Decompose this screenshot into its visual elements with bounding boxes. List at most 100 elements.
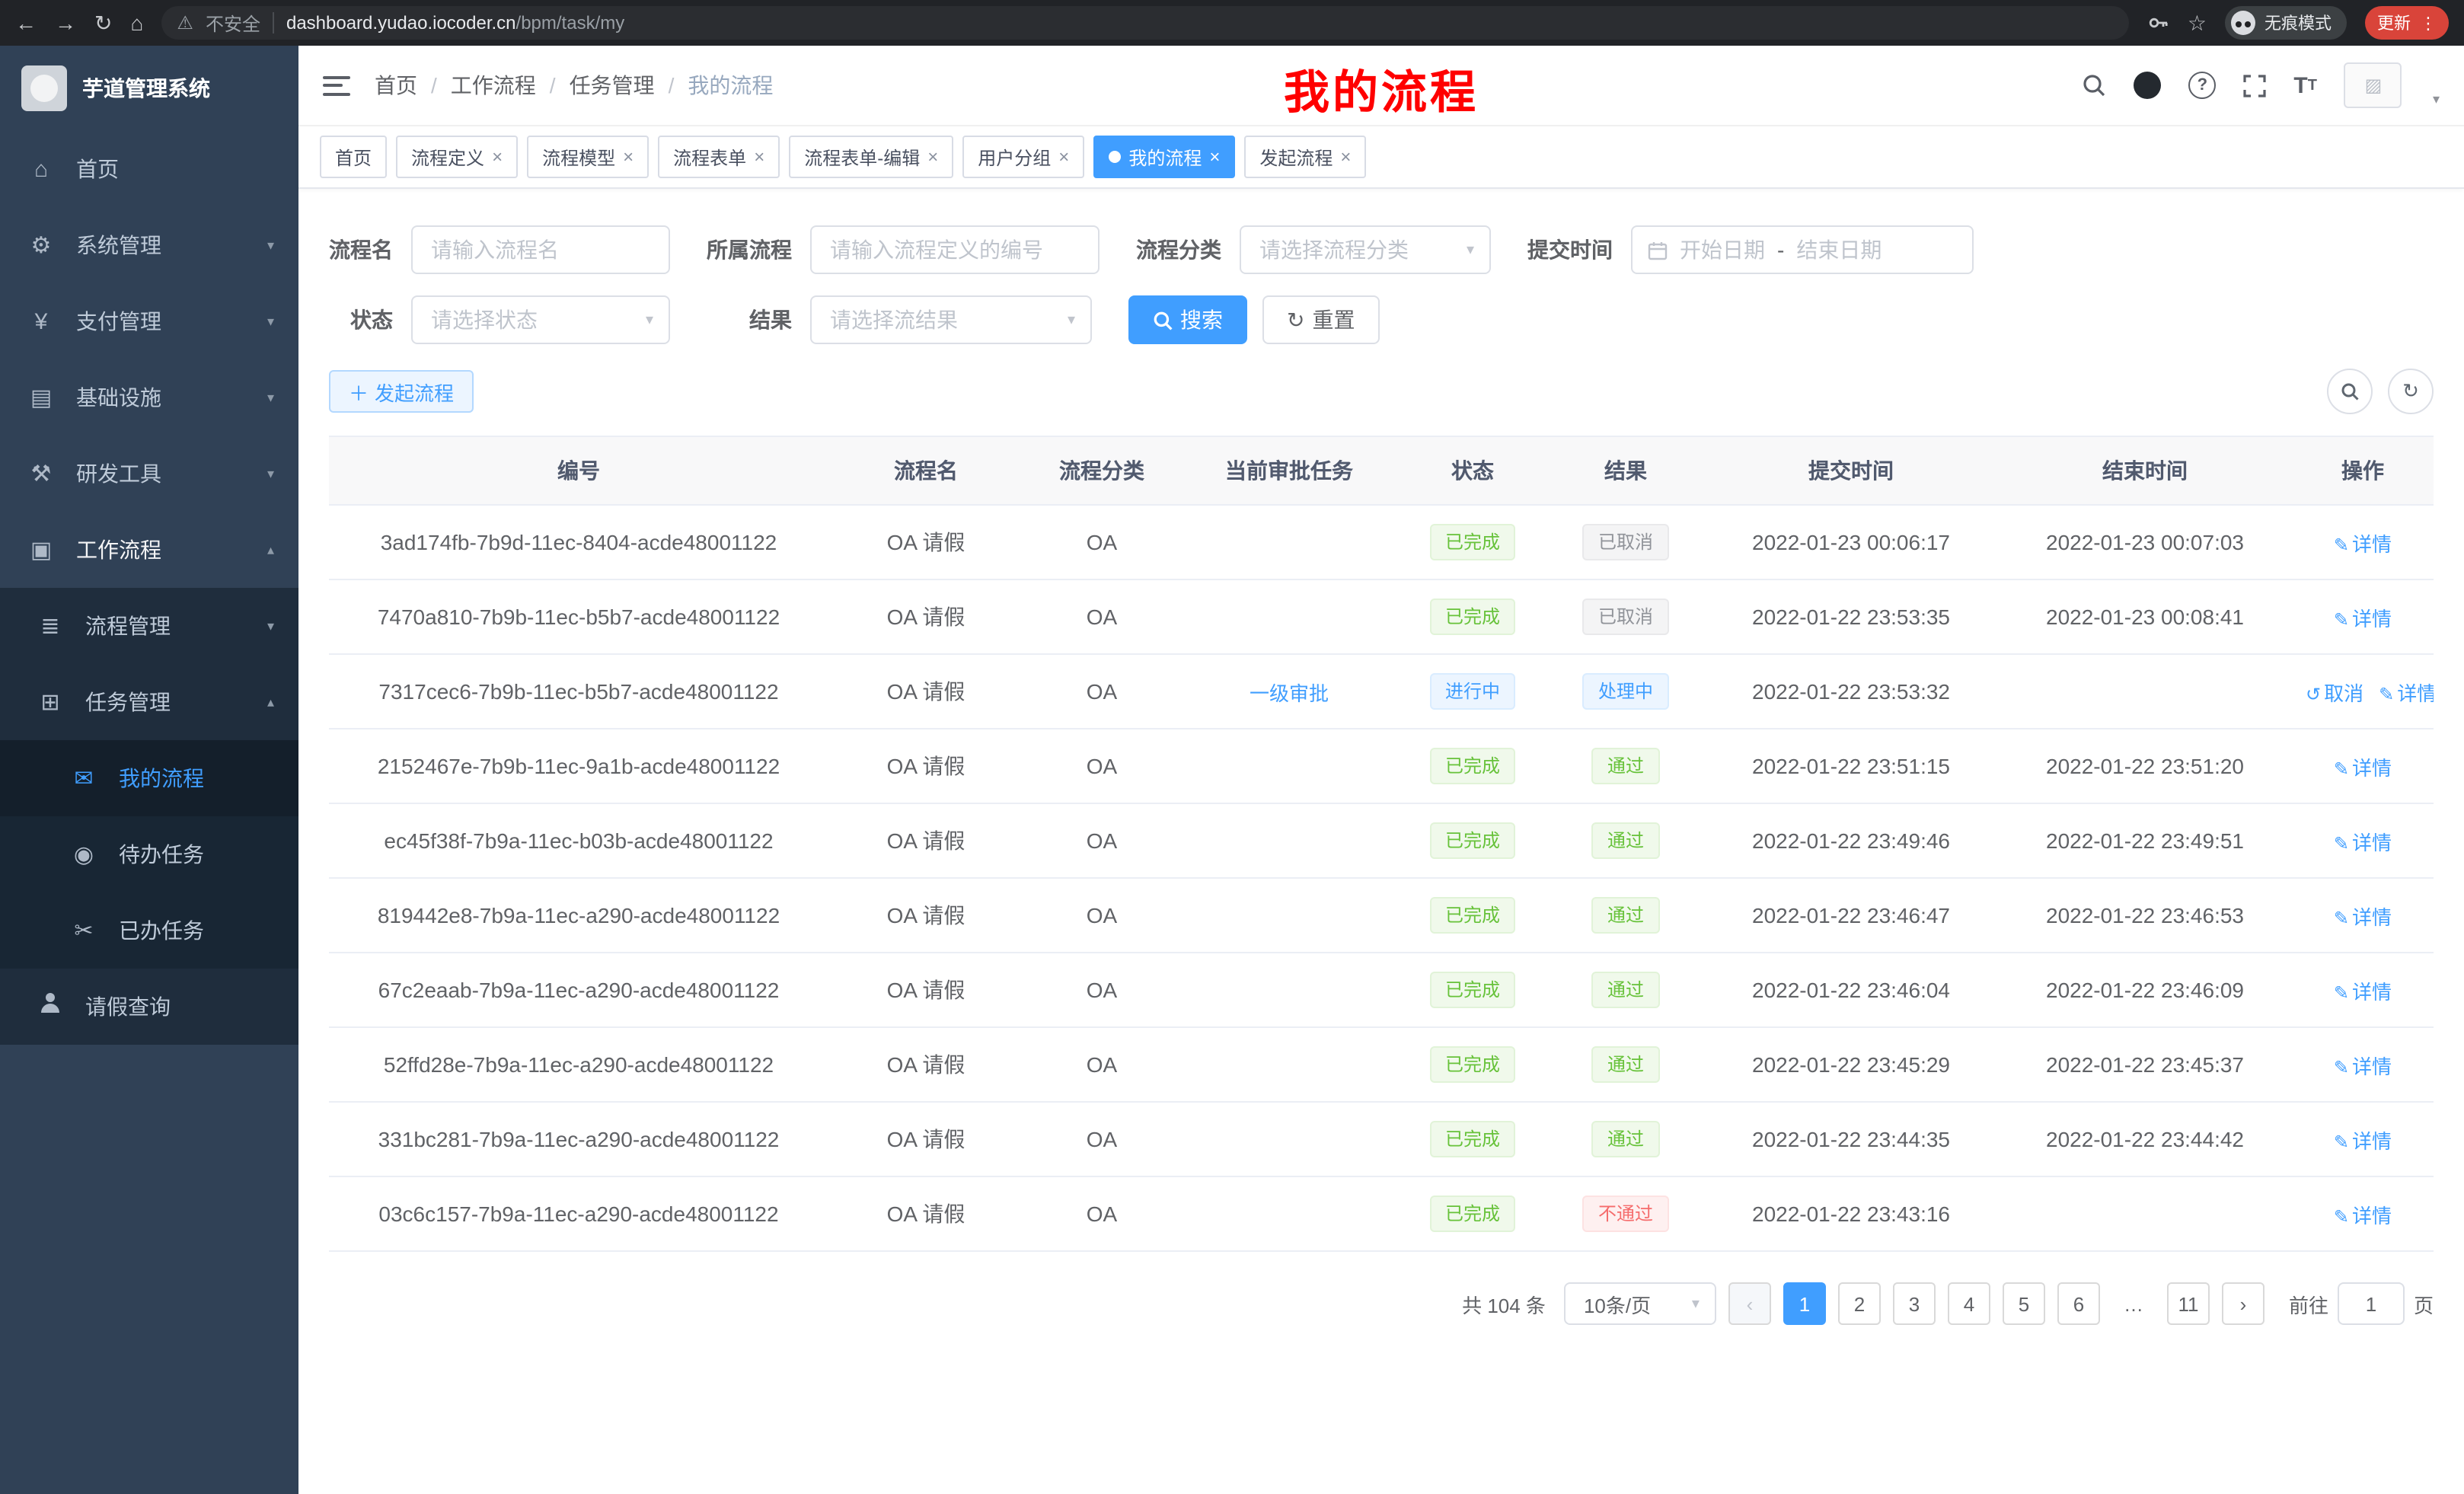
page-button-6[interactable]: 6 [2057, 1282, 2100, 1325]
toggle-search-icon[interactable] [2327, 369, 2373, 414]
detail-link[interactable]: ✎详情 [2334, 905, 2392, 928]
tab-我的流程[interactable]: 我的流程× [1093, 136, 1235, 178]
actions-cell: ✎详情 [2292, 729, 2434, 803]
app-header: 首页 / 工作流程 / 任务管理 / 我的流程 我的流程 ? [298, 46, 2464, 126]
prev-page-button[interactable]: ‹ [1728, 1282, 1771, 1325]
page-size-select[interactable]: 10条/页 ▾ [1564, 1282, 1716, 1325]
goto-page-input[interactable] [2338, 1282, 2405, 1325]
detail-link[interactable]: ✎详情 [2334, 532, 2392, 555]
breadcrumb-task-management[interactable]: 任务管理 [570, 70, 655, 101]
reset-button[interactable]: ↻ 重置 [1262, 295, 1379, 344]
status-cell: 已完成 [1398, 803, 1547, 878]
submit-time-range-picker[interactable]: 开始日期 - 结束日期 [1631, 225, 1974, 274]
breadcrumb-workflow[interactable]: 工作流程 [451, 70, 536, 101]
tab-close-icon[interactable]: × [754, 148, 764, 166]
create-process-button[interactable]: ＋ 发起流程 [329, 370, 474, 413]
tab-发起流程[interactable]: 发起流程× [1244, 136, 1366, 178]
tab-close-icon[interactable]: × [927, 148, 938, 166]
next-page-button[interactable]: › [2222, 1282, 2265, 1325]
search-button[interactable]: 搜索 [1128, 295, 1247, 344]
tab-close-icon[interactable]: × [1340, 148, 1351, 166]
sidebar-item-process-management[interactable]: ≣ 流程管理 ▾ [0, 588, 298, 664]
security-label[interactable]: 不安全 [206, 10, 260, 36]
sidebar-item-todo-tasks[interactable]: ◉ 待办任务 [0, 816, 298, 892]
tab-流程表单-编辑[interactable]: 流程表单-编辑× [789, 136, 953, 178]
page-button-4[interactable]: 4 [1948, 1282, 1990, 1325]
status-select[interactable]: 请选择状态 ▾ [411, 295, 670, 344]
sidebar-item-payment[interactable]: ¥ 支付管理 ▾ [0, 283, 298, 359]
table-row: 819442e8-7b9a-11ec-a290-acde48001122OA 请… [329, 878, 2434, 953]
page-button-1[interactable]: 1 [1783, 1282, 1826, 1325]
sidebar-item-devtools[interactable]: ⚒ 研发工具 ▾ [0, 436, 298, 512]
reload-icon[interactable]: ↻ [94, 12, 112, 34]
hamburger-icon[interactable] [323, 75, 350, 95]
url-text[interactable]: dashboard.yudao.iocoder.cn/bpm/task/my [286, 12, 624, 34]
breadcrumb-separator: / [669, 73, 675, 97]
page-button-3[interactable]: 3 [1893, 1282, 1936, 1325]
sidebar-item-leave-query[interactable]: 请假查询 [0, 969, 298, 1045]
result-select[interactable]: 请选择流结果 ▾ [810, 295, 1092, 344]
detail-link[interactable]: ✎详情 [2334, 831, 2392, 854]
search-icon[interactable] [2082, 73, 2106, 97]
tab-bar: 首页流程定义×流程模型×流程表单×流程表单-编辑×用户分组×我的流程×发起流程× [298, 126, 2464, 189]
sidebar-item-my-process[interactable]: ✉ 我的流程 [0, 740, 298, 816]
tab-流程模型[interactable]: 流程模型× [527, 136, 649, 178]
sidebar-item-system[interactable]: ⚙ 系统管理 ▾ [0, 207, 298, 283]
submit-time-cell: 2022-01-22 23:53:35 [1704, 579, 1998, 654]
avatar[interactable]: ▨ [2344, 62, 2402, 108]
detail-link[interactable]: ✎详情 [2334, 1129, 2392, 1152]
detail-link[interactable]: ✎详情 [2334, 607, 2392, 630]
detail-link[interactable]: ✎详情 [2334, 756, 2392, 779]
tab-用户分组[interactable]: 用户分组× [962, 136, 1084, 178]
filter-label: 提交时间 [1527, 235, 1613, 265]
forward-icon[interactable]: → [55, 12, 76, 34]
github-icon[interactable] [2134, 72, 2161, 99]
page-button-2[interactable]: 2 [1838, 1282, 1881, 1325]
tab-流程表单[interactable]: 流程表单× [658, 136, 780, 178]
avatar-caret-icon[interactable]: ▾ [2433, 91, 2440, 108]
pager-ellipsis[interactable]: … [2112, 1282, 2155, 1325]
tab-流程定义[interactable]: 流程定义× [396, 136, 518, 178]
tab-首页[interactable]: 首页 [320, 136, 387, 178]
sidebar-item-home[interactable]: ⌂ 首页 [0, 131, 298, 207]
result-cell: 通过 [1547, 953, 1704, 1027]
bookmark-star-icon[interactable]: ☆ [2188, 12, 2207, 34]
help-icon[interactable]: ? [2188, 72, 2216, 99]
cancel-link[interactable]: ↺取消 [2306, 682, 2363, 704]
back-icon[interactable]: ← [15, 12, 37, 34]
tab-close-icon[interactable]: × [492, 148, 503, 166]
process-name-input[interactable] [411, 225, 670, 274]
page-button-5[interactable]: 5 [2003, 1282, 2045, 1325]
detail-link[interactable]: ✎详情 [2334, 1204, 2392, 1227]
sidebar-item-task-management[interactable]: ⊞ 任务管理 ▴ [0, 664, 298, 740]
end-time-cell: 2022-01-22 23:45:37 [1998, 1027, 2292, 1102]
action-label: 详情 [2397, 682, 2434, 704]
tab-close-icon[interactable]: × [1058, 148, 1069, 166]
detail-link[interactable]: ✎详情 [2379, 682, 2434, 704]
sidebar-item-done-tasks[interactable]: ✂ 已办任务 [0, 892, 298, 969]
sidebar-item-infrastructure[interactable]: ▤ 基础设施 ▾ [0, 359, 298, 436]
tab-close-icon[interactable]: × [623, 148, 634, 166]
current-task-link[interactable]: 一级审批 [1250, 682, 1329, 704]
browser-menu-icon[interactable]: ⋮ [2420, 13, 2437, 33]
sidebar-item-workflow[interactable]: ▣ 工作流程 ▴ [0, 512, 298, 588]
actions-cell: ✎详情 [2292, 505, 2434, 579]
result-cell: 通过 [1547, 1027, 1704, 1102]
page-button-11[interactable]: 11 [2167, 1282, 2210, 1325]
update-button[interactable]: 更新 ⋮ [2365, 6, 2449, 40]
key-icon[interactable] [2148, 12, 2169, 34]
detail-link[interactable]: ✎详情 [2334, 1055, 2392, 1077]
tab-close-icon[interactable]: × [1209, 148, 1220, 166]
table-row: 7470a810-7b9b-11ec-b5b7-acde48001122OA 请… [329, 579, 2434, 654]
font-size-icon[interactable]: TT [2293, 72, 2317, 98]
address-bar[interactable]: ⚠ 不安全 dashboard.yudao.iocoder.cn/bpm/tas… [161, 6, 2129, 40]
detail-link[interactable]: ✎详情 [2334, 980, 2392, 1003]
home-icon[interactable]: ⌂ [130, 12, 143, 34]
category-select[interactable]: 请选择流程分类 ▾ [1240, 225, 1491, 274]
process-def-input[interactable] [810, 225, 1100, 274]
breadcrumb-home[interactable]: 首页 [375, 70, 417, 101]
refresh-table-icon[interactable]: ↻ [2388, 369, 2434, 414]
filter-label: 结果 [749, 305, 792, 335]
fullscreen-icon[interactable] [2243, 74, 2266, 97]
status-cell: 已完成 [1398, 729, 1547, 803]
